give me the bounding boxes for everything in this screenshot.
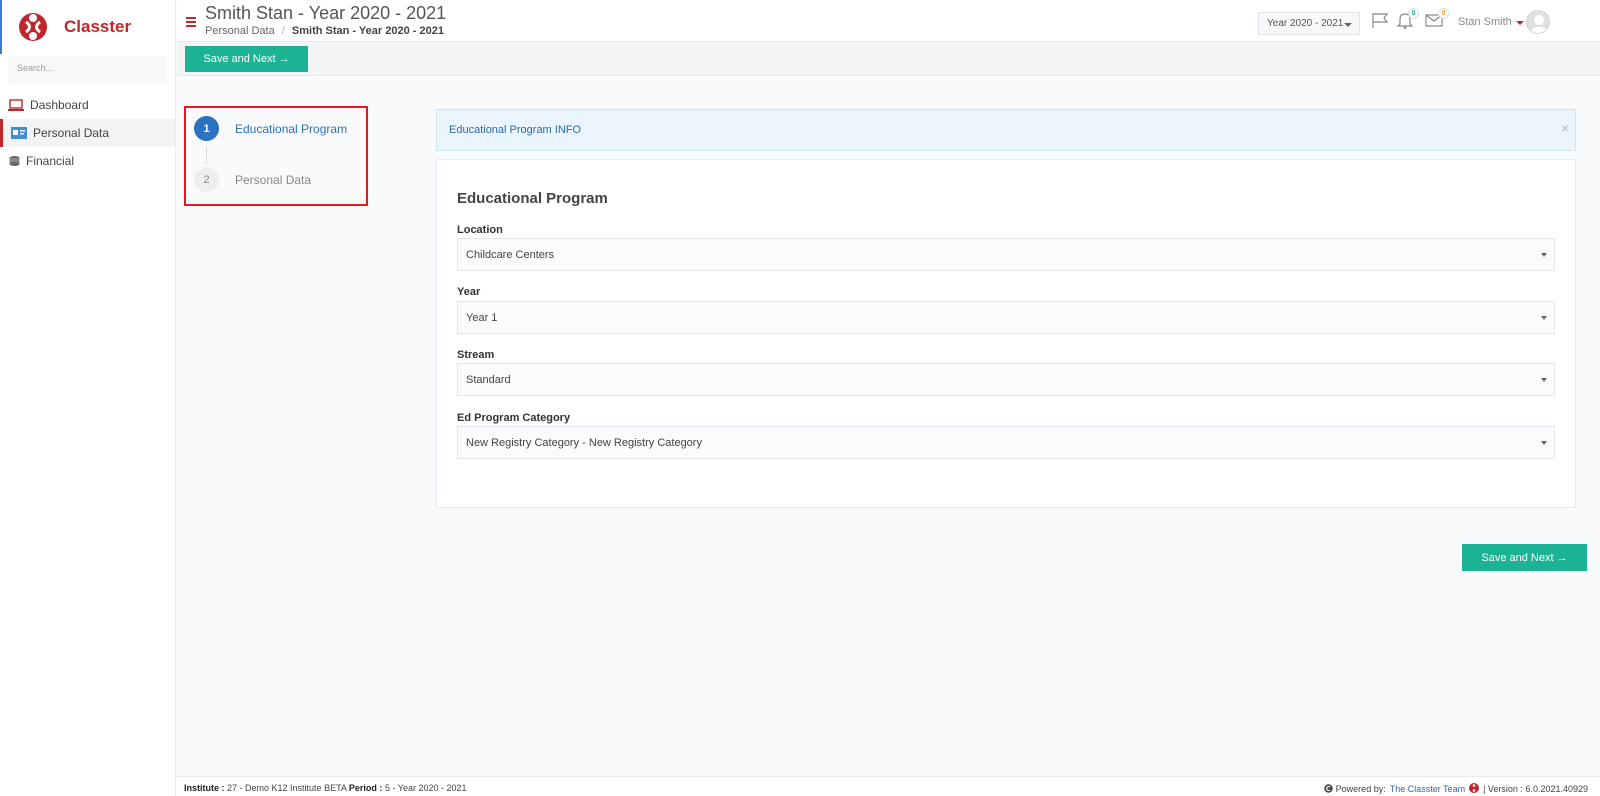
breadcrumb-separator: / [281,25,285,37]
ed-program-category-select[interactable]: New Registry Category - New Registry Cat… [457,426,1555,459]
sidebar-item-financial[interactable]: Financial [0,147,175,175]
sidebar-item-label: Financial [26,154,75,168]
location-label: Location [457,224,503,236]
logo[interactable]: Classter [0,0,175,54]
notifications-badge: 0 [1408,8,1419,19]
sidebar-item-personal-data[interactable]: Personal Data [0,119,175,147]
classter-team-link[interactable]: The Classter Team [1390,784,1465,794]
page-title: Smith Stan - Year 2020 - 2021 [205,3,447,23]
stream-value: Standard [466,374,511,386]
sidebar-search-input[interactable]: Search... [8,56,167,84]
step-connector [206,146,207,164]
ed-program-category-label: Ed Program Category [457,412,571,424]
chevron-down-icon[interactable] [1516,21,1524,25]
form-title: Educational Program [457,190,608,207]
institute-label: Institute : [184,783,225,793]
year-value: Year 1 [466,312,498,324]
year-label: Year [457,286,481,298]
bell-icon[interactable]: 0 [1396,8,1419,32]
period-value: 5 - Year 2020 - 2021 [384,783,467,793]
stream-label: Stream [457,349,495,361]
form-panel: Educational Program Location Childcare C… [436,159,1576,508]
step-educational-program[interactable]: 1 Educational Program [194,116,347,141]
breadcrumb: Personal Data / Smith Stan - Year 2020 -… [205,25,444,37]
powered-icon [1323,783,1333,795]
user-name[interactable]: Stan Smith [1458,16,1512,28]
stream-select[interactable]: Standard [457,363,1555,396]
breadcrumb-parent[interactable]: Personal Data [205,25,275,37]
chevron-down-icon [1541,441,1547,445]
app-name: Classter [64,17,132,36]
save-and-next-button-bottom[interactable]: Save and Next → [1462,544,1587,571]
powered-by-text: Powered by: [1335,784,1386,794]
year-select[interactable]: Year 1 [457,301,1555,334]
ed-program-category-value: New Registry Category - New Registry Cat… [466,437,702,449]
step-label: Educational Program [235,121,348,136]
chevron-down-icon [1344,23,1352,27]
year-selector-value: Year 2020 - 2021 [1267,18,1344,29]
sidebar-accent [0,0,2,54]
step-number: 1 [194,116,219,141]
chevron-down-icon [1541,378,1547,382]
location-value: Childcare Centers [466,249,555,261]
menu-toggle-icon[interactable] [186,17,196,29]
step-personal-data[interactable]: 2 Personal Data [194,167,311,192]
avatar[interactable] [1526,10,1550,34]
envelope-icon[interactable]: 0 [1425,8,1449,30]
classter-logo-icon [18,12,48,42]
footer-powered-by: Powered by: The Classter Team | Version … [1323,783,1588,795]
coins-icon [8,154,20,168]
chevron-down-icon [1541,316,1547,320]
sidebar-item-label: Personal Data [33,126,110,140]
sidebar-item-dashboard[interactable]: Dashboard [0,91,175,119]
step-number: 2 [194,167,219,192]
laptop-icon [8,98,24,112]
sidebar-item-label: Dashboard [30,98,89,112]
footer-institute-info: Institute : 27 - Demo K12 Institute BETA… [184,783,467,793]
id-card-icon [11,126,27,140]
toolbar: Save and Next → [177,42,1600,76]
info-alert-text: Educational Program INFO [449,124,582,136]
version-text: | Version : 6.0.2021.40929 [1483,784,1588,794]
header: Smith Stan - Year 2020 - 2021 Personal D… [177,0,1600,42]
period-label: Period : [348,783,383,793]
footer: Institute : 27 - Demo K12 Institute BETA… [177,776,1600,796]
institute-value: 27 - Demo K12 Institute BETA [227,783,347,793]
messages-badge: 0 [1438,8,1449,19]
breadcrumb-current: Smith Stan - Year 2020 - 2021 [291,25,444,37]
wizard-stepper: 1 Educational Program 2 Personal Data [184,106,368,206]
classter-small-logo-icon [1469,783,1480,795]
flag-icon[interactable] [1371,12,1389,32]
step-label: Personal Data [235,172,312,187]
save-and-next-button[interactable]: Save and Next → [185,46,308,72]
location-select[interactable]: Childcare Centers [457,238,1555,271]
sidebar: Classter Search... Dashboard Personal Da… [0,0,176,796]
year-selector[interactable]: Year 2020 - 2021 [1258,12,1360,35]
info-alert: Educational Program INFO × [436,109,1576,151]
close-icon[interactable]: × [1561,120,1569,136]
chevron-down-icon [1541,253,1547,257]
